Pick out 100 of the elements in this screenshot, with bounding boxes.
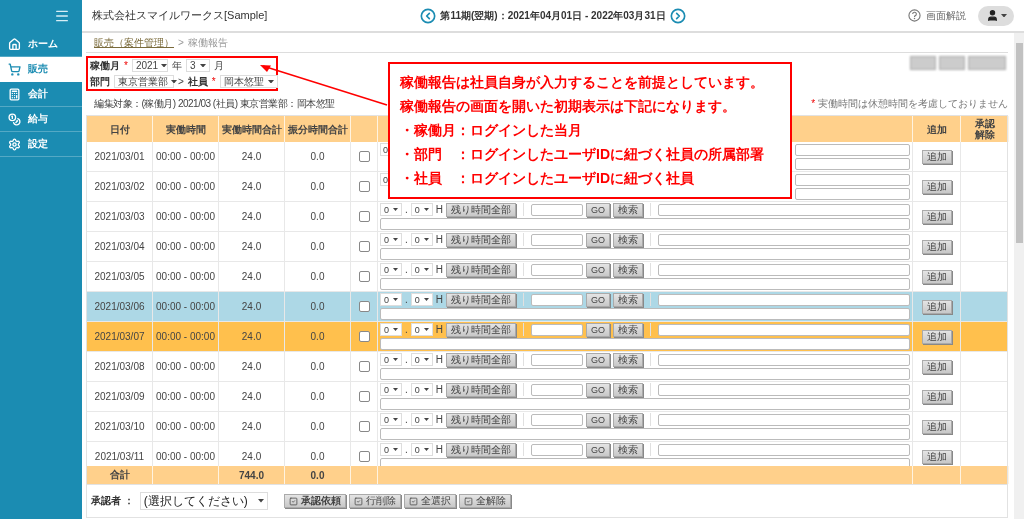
sidebar-item[interactable]: 販売 bbox=[0, 57, 82, 82]
hours-select[interactable]: 0 bbox=[380, 383, 402, 396]
hours-select[interactable]: 0 bbox=[380, 323, 402, 336]
code-field[interactable] bbox=[531, 353, 583, 366]
search-button[interactable]: 検索 bbox=[613, 232, 644, 247]
add-button[interactable]: 追加 bbox=[921, 209, 952, 224]
memo-field[interactable] bbox=[380, 428, 910, 440]
minutes-select[interactable]: 0 bbox=[410, 383, 433, 396]
description-field[interactable] bbox=[658, 413, 910, 426]
description-field[interactable] bbox=[658, 203, 910, 216]
memo-field[interactable] bbox=[380, 308, 910, 320]
action-button[interactable]: 全選択 bbox=[403, 494, 456, 508]
table-row[interactable]: 2021/03/03 00:00 - 00:00 24.0 0.0 0 . 0 H 残り時間全部 GO 検索 追加 bbox=[87, 202, 1007, 232]
blurred-button[interactable] bbox=[968, 56, 1006, 70]
fill-remaining-button[interactable]: 残り時間全部 bbox=[446, 442, 516, 457]
breadcrumb-link[interactable]: 販売（案件管理） bbox=[94, 35, 174, 50]
row-checkbox[interactable] bbox=[358, 181, 370, 192]
add-button[interactable]: 追加 bbox=[921, 299, 952, 314]
description-field[interactable] bbox=[795, 173, 910, 186]
row-checkbox[interactable] bbox=[358, 151, 370, 162]
memo-field[interactable] bbox=[380, 218, 910, 230]
add-button[interactable]: 追加 bbox=[921, 359, 952, 374]
fill-remaining-button[interactable]: 残り時間全部 bbox=[446, 382, 516, 397]
table-row[interactable]: 2021/03/06 00:00 - 00:00 24.0 0.0 0 . 0 H 残り時間全部 GO 検索 追加 bbox=[87, 292, 1007, 322]
add-button[interactable]: 追加 bbox=[921, 389, 952, 404]
go-button[interactable]: GO bbox=[586, 382, 611, 397]
search-button[interactable]: 検索 bbox=[613, 382, 644, 397]
search-button[interactable]: 検索 bbox=[613, 262, 644, 277]
search-button[interactable]: 検索 bbox=[613, 412, 644, 427]
minutes-select[interactable]: 0 bbox=[410, 323, 433, 336]
row-checkbox[interactable] bbox=[358, 331, 370, 342]
code-field[interactable] bbox=[531, 413, 583, 426]
fill-remaining-button[interactable]: 残り時間全部 bbox=[446, 262, 516, 277]
go-button[interactable]: GO bbox=[586, 292, 611, 307]
code-field[interactable] bbox=[531, 383, 583, 396]
row-checkbox[interactable] bbox=[358, 451, 370, 462]
minutes-select[interactable]: 0 bbox=[410, 233, 433, 246]
go-button[interactable]: GO bbox=[586, 442, 611, 457]
hours-select[interactable]: 0 bbox=[380, 353, 402, 366]
go-button[interactable]: GO bbox=[586, 352, 611, 367]
go-button[interactable]: GO bbox=[586, 202, 611, 217]
row-checkbox[interactable] bbox=[358, 361, 370, 372]
sidebar-item[interactable]: 設定 bbox=[0, 132, 82, 157]
code-field[interactable] bbox=[531, 293, 583, 306]
fill-remaining-button[interactable]: 残り時間全部 bbox=[446, 202, 516, 217]
employee-select[interactable]: 岡本悠聖 bbox=[219, 75, 278, 88]
code-field[interactable] bbox=[531, 263, 583, 276]
add-button[interactable]: 追加 bbox=[921, 239, 952, 254]
search-button[interactable]: 検索 bbox=[613, 442, 644, 457]
row-checkbox[interactable] bbox=[358, 421, 370, 432]
row-checkbox[interactable] bbox=[358, 211, 370, 222]
code-field[interactable] bbox=[531, 323, 583, 336]
add-button[interactable]: 追加 bbox=[921, 149, 952, 164]
go-button[interactable]: GO bbox=[586, 322, 611, 337]
minutes-select[interactable]: 0 bbox=[410, 443, 433, 456]
memo-field[interactable] bbox=[380, 278, 910, 290]
table-row[interactable]: 2021/03/10 00:00 - 00:00 24.0 0.0 0 . 0 H 残り時間全部 GO 検索 追加 bbox=[87, 412, 1007, 442]
description-field[interactable] bbox=[658, 353, 910, 366]
action-button[interactable]: 行削除 bbox=[348, 494, 401, 508]
year-select[interactable]: 2021 bbox=[131, 59, 168, 72]
add-button[interactable]: 追加 bbox=[921, 419, 952, 434]
add-button[interactable]: 追加 bbox=[921, 179, 952, 194]
department-select[interactable]: 東京営業部 bbox=[114, 75, 174, 88]
hours-select[interactable]: 0 bbox=[380, 203, 402, 216]
minutes-select[interactable]: 0 bbox=[410, 353, 433, 366]
hours-select[interactable]: 0 bbox=[380, 263, 402, 276]
table-row[interactable]: 2021/03/07 00:00 - 00:00 24.0 0.0 0 . 0 H 残り時間全部 GO 検索 追加 bbox=[87, 322, 1007, 352]
action-button[interactable]: 全解除 bbox=[458, 494, 511, 508]
description-field[interactable] bbox=[658, 263, 910, 276]
memo-field[interactable] bbox=[380, 368, 910, 380]
description-field[interactable] bbox=[658, 323, 910, 336]
search-button[interactable]: 検索 bbox=[613, 322, 644, 337]
hours-select[interactable]: 0 bbox=[380, 443, 402, 456]
fill-remaining-button[interactable]: 残り時間全部 bbox=[446, 232, 516, 247]
search-button[interactable]: 検索 bbox=[613, 292, 644, 307]
code-field[interactable] bbox=[531, 443, 583, 456]
memo-field[interactable] bbox=[380, 398, 910, 410]
go-button[interactable]: GO bbox=[586, 412, 611, 427]
search-button[interactable]: 検索 bbox=[613, 352, 644, 367]
user-menu-button[interactable] bbox=[978, 5, 1014, 26]
minutes-select[interactable]: 0 bbox=[410, 203, 433, 216]
add-button[interactable]: 追加 bbox=[921, 269, 952, 284]
add-button[interactable]: 追加 bbox=[921, 329, 952, 344]
minutes-select[interactable]: 0 bbox=[410, 413, 433, 426]
next-period-icon[interactable] bbox=[669, 7, 686, 24]
description-field[interactable] bbox=[795, 143, 910, 156]
code-field[interactable] bbox=[531, 203, 583, 216]
row-checkbox[interactable] bbox=[358, 391, 370, 402]
memo-field[interactable] bbox=[380, 248, 910, 260]
fill-remaining-button[interactable]: 残り時間全部 bbox=[446, 352, 516, 367]
description-field[interactable] bbox=[658, 233, 910, 246]
fill-remaining-button[interactable]: 残り時間全部 bbox=[446, 412, 516, 427]
minutes-select[interactable]: 0 bbox=[410, 293, 433, 306]
memo-field[interactable] bbox=[795, 158, 910, 170]
code-field[interactable] bbox=[531, 233, 583, 246]
row-checkbox[interactable] bbox=[358, 271, 370, 282]
memo-field[interactable] bbox=[380, 338, 910, 350]
description-field[interactable] bbox=[658, 383, 910, 396]
scrollbar[interactable] bbox=[1014, 33, 1024, 519]
go-button[interactable]: GO bbox=[586, 232, 611, 247]
